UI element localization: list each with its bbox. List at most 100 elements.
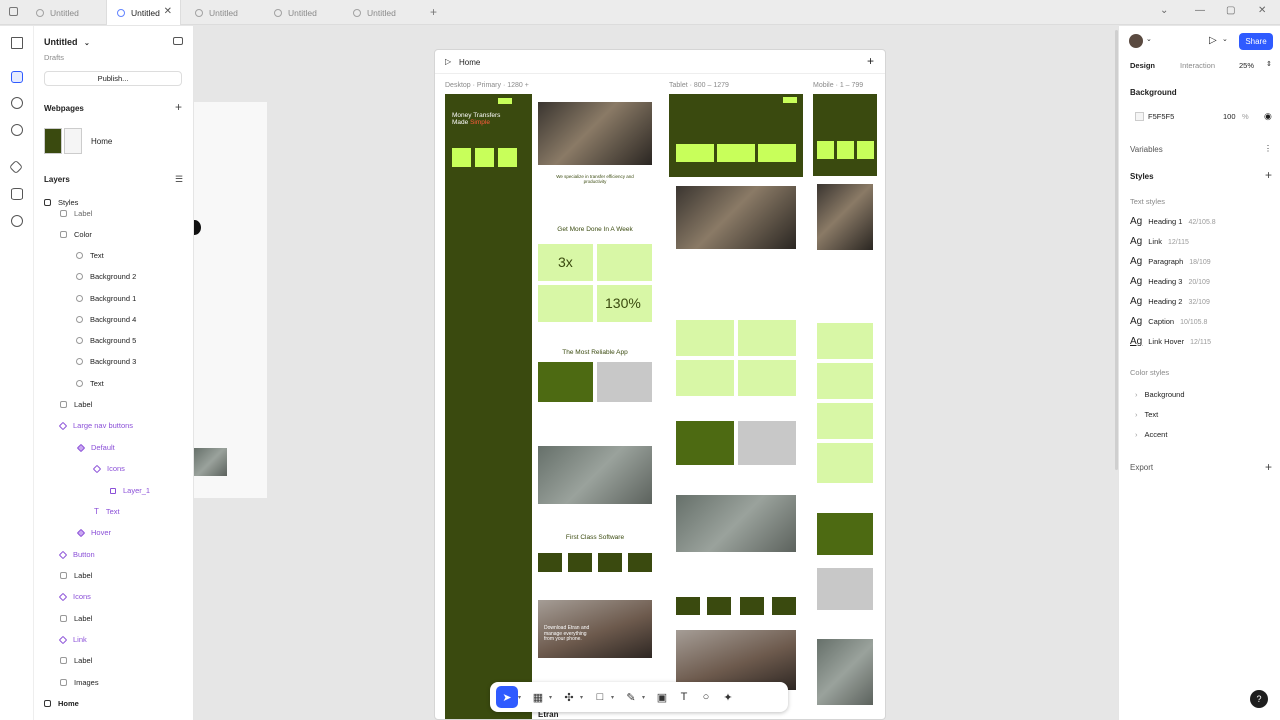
layer-row[interactable]: Background 5	[76, 336, 136, 345]
add-style-plus-icon[interactable]: +	[1265, 169, 1272, 181]
layer-row[interactable]: Background 3	[76, 357, 136, 366]
layer-row[interactable]: Background 2	[76, 272, 136, 281]
add-page-plus-icon[interactable]: +	[175, 101, 182, 113]
layer-row[interactable]: Layer_1	[110, 486, 150, 495]
zoom-level[interactable]: 25%	[1239, 61, 1254, 70]
background-hex[interactable]: F5F5F5	[1148, 112, 1174, 121]
component-icon[interactable]	[8, 159, 24, 175]
tab-interaction[interactable]: Interaction	[1180, 61, 1215, 70]
add-export-plus-icon[interactable]: +	[1265, 461, 1272, 473]
color-style-accent[interactable]: › Accent	[1135, 430, 1167, 439]
color-swatch[interactable]	[1135, 112, 1144, 121]
tab-untitled-4[interactable]: Untitled	[264, 0, 344, 25]
chevron-down-icon[interactable]: ▾	[549, 694, 558, 701]
home-page-frame[interactable]: ▷ Home + Desktop · Primary · 1280 + Tabl…	[434, 49, 886, 720]
layer-row[interactable]: Default	[76, 443, 115, 452]
page-icon[interactable]	[11, 71, 23, 83]
play-icon[interactable]: ▷	[1209, 35, 1217, 46]
zoom-stepper-icon[interactable]: ⇕	[1266, 60, 1272, 68]
new-tab-plus-icon[interactable]: +	[430, 5, 437, 19]
publish-button[interactable]: Publish...	[44, 71, 182, 86]
text-icon[interactable]: T	[673, 686, 695, 708]
rectangle-icon[interactable]: □	[589, 686, 611, 708]
layer-row[interactable]: Icons	[58, 592, 91, 601]
tablet-preview[interactable]	[669, 94, 803, 719]
layer-row[interactable]: Text	[76, 251, 104, 260]
layer-home[interactable]: Home	[44, 699, 79, 708]
search-icon[interactable]	[11, 124, 23, 136]
layers-icon[interactable]	[11, 97, 23, 109]
pointer-icon[interactable]: ➤	[496, 686, 518, 708]
help-button[interactable]: ?	[1250, 690, 1268, 708]
chevron-down-icon[interactable]: ▾	[518, 694, 527, 701]
chevron-down-icon[interactable]: ▾	[642, 694, 651, 701]
ai-icon[interactable]: ✦	[717, 686, 739, 708]
desktop-breakpoint-label[interactable]: Desktop · Primary · 1280 +	[445, 82, 529, 89]
play-icon[interactable]: ▷	[445, 57, 451, 66]
text-style-link[interactable]: Ag Link 12/115	[1130, 236, 1189, 247]
text-style-paragraph[interactable]: Ag Paragraph 18/109	[1130, 256, 1211, 267]
chevron-down-icon[interactable]: ▾	[580, 694, 589, 701]
layer-row[interactable]: Label	[60, 614, 92, 623]
layer-row[interactable]: Color	[60, 230, 92, 239]
share-button[interactable]: Share	[1239, 33, 1273, 50]
tab-untitled-5[interactable]: Untitled	[343, 0, 423, 25]
layer-row[interactable]: Text	[76, 379, 104, 388]
chevron-down-icon[interactable]: ⌄	[1222, 35, 1228, 43]
text-style-caption[interactable]: Ag Caption 10/105.8	[1130, 316, 1207, 327]
layer-row[interactable]: Large nav buttons	[58, 421, 133, 430]
comment-icon[interactable]: ○	[695, 686, 717, 708]
project-title[interactable]: Untitled ⌄	[44, 37, 90, 47]
layer-row[interactable]: Background 1	[76, 294, 136, 303]
mobile-preview[interactable]	[813, 94, 877, 719]
layer-styles[interactable]: Styles	[44, 198, 78, 207]
layer-row[interactable]: Button	[58, 550, 95, 559]
sort-icon[interactable]: ☰	[175, 174, 183, 185]
page-thumbnail[interactable]	[44, 128, 82, 154]
canvas[interactable]: ▷ Home + Desktop · Primary · 1280 + Tabl…	[194, 26, 1118, 720]
maximize-icon[interactable]: ▢	[1226, 5, 1235, 16]
mobile-breakpoint-label[interactable]: Mobile · 1 – 799	[813, 82, 863, 89]
layer-row[interactable]: Label	[60, 400, 92, 409]
database-icon[interactable]	[11, 188, 23, 200]
layer-row[interactable]: Label	[60, 571, 92, 580]
sidebar-toggle-icon[interactable]	[173, 37, 183, 45]
color-style-text[interactable]: › Text	[1135, 410, 1158, 419]
minimize-icon[interactable]: —	[1195, 5, 1205, 16]
layer-row[interactable]: T Text	[94, 507, 120, 516]
tab-untitled-2[interactable]: Untitled ✕	[106, 0, 181, 25]
image-icon[interactable]: ▣	[651, 686, 673, 708]
text-style-heading-1[interactable]: Ag Heading 1 42/105.8	[1130, 216, 1216, 227]
tab-untitled-1[interactable]: Untitled	[26, 0, 106, 25]
page-home-item[interactable]: Home	[91, 137, 112, 146]
panel-scrollbar[interactable]	[1115, 30, 1118, 470]
home-icon[interactable]	[9, 7, 18, 16]
frame-icon[interactable]: ▦	[527, 686, 549, 708]
text-style-heading-3[interactable]: Ag Heading 3 20/109	[1130, 276, 1210, 287]
chevron-down-icon[interactable]: ⌄	[1160, 5, 1168, 16]
layer-row[interactable]: Label	[60, 209, 92, 218]
tab-design[interactable]: Design	[1130, 61, 1155, 70]
avatar[interactable]	[1129, 34, 1143, 48]
layer-row[interactable]: Images	[60, 678, 99, 687]
color-style-background[interactable]: › Background	[1135, 390, 1185, 399]
component-tool-icon[interactable]: ✣	[558, 686, 580, 708]
eye-icon[interactable]: ◉	[1264, 111, 1272, 122]
layer-row[interactable]: Background 4	[76, 315, 136, 324]
window-close-icon[interactable]: ✕	[1258, 5, 1266, 16]
layer-row[interactable]: Icons	[92, 464, 125, 473]
pen-icon[interactable]: ✎	[620, 686, 642, 708]
close-icon[interactable]: ✕	[164, 6, 172, 17]
desktop-preview[interactable]: Money Transfers Made Simple We specializ…	[445, 94, 659, 719]
text-style-link-hover[interactable]: Ag Link Hover 12/115	[1130, 336, 1211, 347]
layer-row[interactable]: Hover	[76, 528, 111, 537]
layer-row[interactable]: Link	[58, 635, 87, 644]
background-opacity[interactable]: 100	[1223, 112, 1236, 121]
chevron-down-icon[interactable]: ⌄	[1146, 35, 1152, 43]
settings-icon[interactable]	[11, 215, 23, 227]
tablet-breakpoint-label[interactable]: Tablet · 800 – 1279	[669, 82, 729, 89]
layer-row[interactable]: Label	[60, 656, 92, 665]
text-style-heading-2[interactable]: Ag Heading 2 32/109	[1130, 296, 1210, 307]
chevron-down-icon[interactable]: ▾	[611, 694, 620, 701]
tab-untitled-3[interactable]: Untitled	[185, 0, 265, 25]
